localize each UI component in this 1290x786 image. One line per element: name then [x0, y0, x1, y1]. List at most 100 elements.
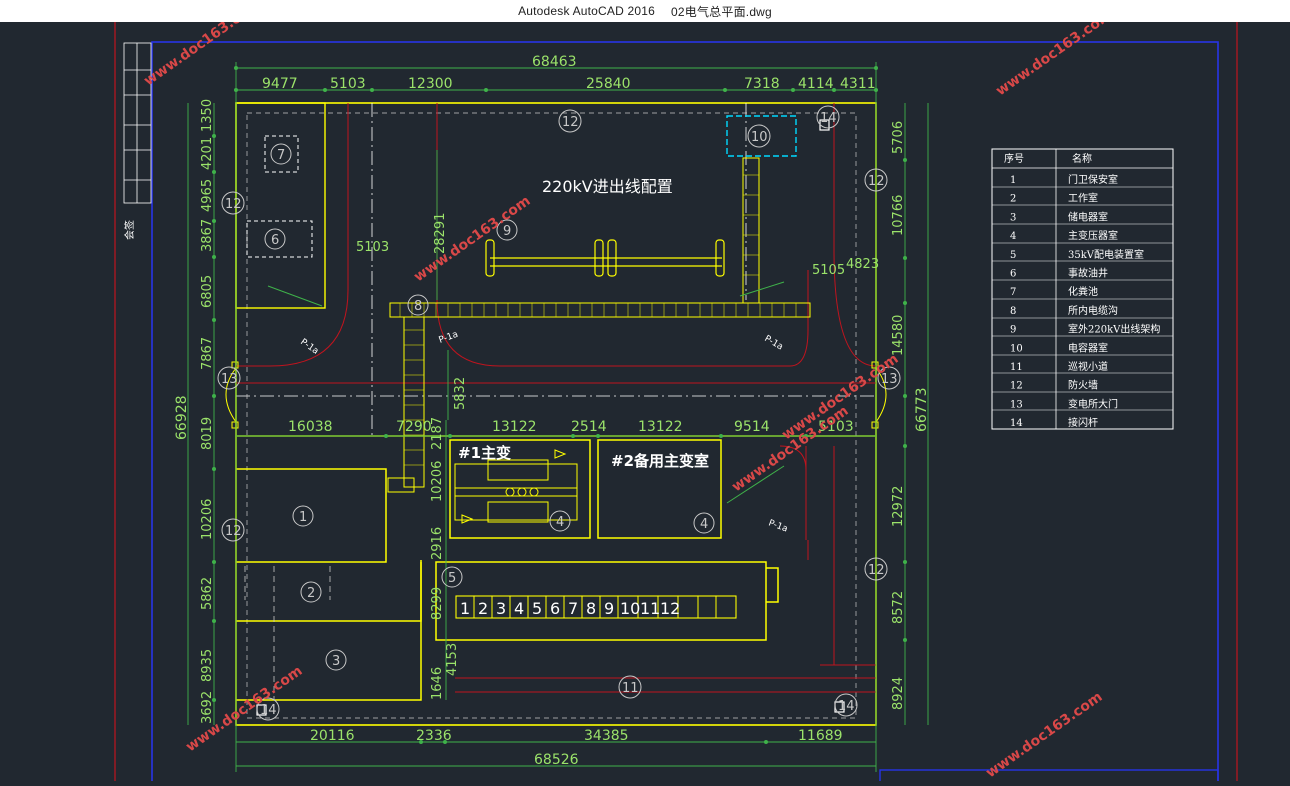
svg-text:12: 12 [225, 197, 242, 212]
dim-left-5: 6805 [200, 275, 215, 308]
dim-left-7: 8019 [200, 417, 215, 450]
svg-text:7: 7 [277, 148, 285, 163]
legend-row-no: 12 [1010, 381, 1023, 392]
section-mark-4: P-1a [767, 518, 789, 534]
legend-row-no: 8 [1010, 306, 1016, 317]
drawing-border [151, 41, 1219, 786]
section-mark-3: P-1a [763, 334, 785, 353]
legend-header-no: 序号 [1004, 152, 1024, 165]
bay-10: 10 [620, 599, 640, 618]
dim-top-5: 7318 [744, 76, 780, 92]
legend-row-name: 防火墙 [1068, 379, 1098, 392]
dim-right-overall: 66773 [914, 387, 930, 432]
svg-text:2: 2 [307, 586, 315, 601]
dim-right-4: 14580 [891, 315, 906, 356]
legend-row-no: 4 [1010, 231, 1016, 242]
dim-mid-6: 13122 [638, 419, 683, 435]
svg-text:4: 4 [700, 517, 708, 532]
dim-left-6: 7867 [200, 337, 215, 370]
dim-inner-6: 2916 [430, 527, 445, 560]
dim-top-7: 4311 [840, 76, 876, 92]
legend-row-no: 1 [1010, 175, 1016, 186]
section-mark-2: P-1a [438, 330, 460, 346]
dim-left-4: 3867 [200, 219, 215, 252]
app-title: Autodesk AutoCAD 2016 [518, 4, 656, 18]
switchgear-bays: 1 2 3 4 5 6 7 8 9 10 11 12 [455, 595, 737, 619]
dim-left-2: 4201 [200, 137, 215, 170]
legend-row-name: 化粪池 [1068, 285, 1098, 298]
dim-mid-1: 16038 [288, 419, 333, 435]
watermark-3: www.doc163.com [411, 193, 533, 285]
bay-11: 11 [640, 599, 660, 618]
dim-mid-5: 2514 [571, 419, 607, 435]
file-name: 02电气总平面.dwg [671, 4, 772, 19]
legend-table: 序号 名称 1 门卫保安室 2 工作室 3 储电器室 4 主变压器室 5 35kV配电装置室 6 事故… [991, 148, 1174, 430]
title-block-frame [879, 769, 1219, 786]
legend-row-no: 9 [1010, 325, 1016, 336]
legend-row-name: 储电器室 [1068, 210, 1108, 223]
svg-text:14: 14 [820, 111, 837, 126]
svg-text:12: 12 [868, 174, 885, 189]
dim-left-overall: 66928 [174, 395, 190, 440]
bay-7: 7 [568, 599, 578, 618]
dim-inner-4: 5105 [812, 263, 845, 278]
dim-inner-9: 1646 [430, 667, 445, 700]
legend-row-name: 电容器室 [1068, 341, 1108, 354]
section-mark-1: P-1a [298, 337, 320, 357]
bay-5: 5 [532, 599, 542, 618]
watermark-2: www.doc163.com [993, 22, 1115, 99]
accident-oil-well [246, 220, 313, 258]
legend-row-no: 3 [1010, 212, 1016, 223]
svg-text:13: 13 [221, 372, 238, 387]
dim-left-10: 8935 [200, 649, 215, 682]
bay-6: 6 [550, 599, 560, 618]
dim-bottom-4: 11689 [798, 728, 843, 744]
watermark-1: www.doc163.com [141, 22, 263, 89]
lightning-rods [256, 119, 845, 716]
dim-top-overall: 68463 [532, 54, 577, 70]
svg-text:8: 8 [414, 299, 422, 314]
watermark-7: www.doc163.com [983, 689, 1105, 781]
right-dim-labels: 5706 10766 14580 12972 8572 8924 66773 4… [846, 121, 930, 710]
outdoor-220kv-gantry [485, 239, 725, 277]
room-1-title: #1主变 [458, 444, 511, 462]
dim-top-1: 9477 [262, 76, 298, 92]
dim-top-2: 5103 [330, 76, 366, 92]
dim-inner-1: 5103 [356, 240, 389, 255]
room-2-title: #2备用主变室 [611, 452, 709, 470]
dim-bottom-2: 2336 [416, 728, 452, 744]
leader-9 [739, 281, 785, 297]
dim-inner-5: 10206 [430, 461, 445, 502]
oil-pit-block [235, 102, 326, 309]
dim-top-3: 12300 [408, 76, 453, 92]
legend-row-name: 室外220kV出线架构 [1068, 323, 1160, 336]
dim-mid-3: 2187 [430, 417, 445, 450]
legend-row-no: 6 [1010, 269, 1016, 280]
dim-bottom-overall: 68526 [534, 752, 579, 768]
legend-row-name: 接闪杆 [1068, 416, 1098, 429]
legend-row-no: 11 [1010, 362, 1023, 373]
svg-text:1: 1 [299, 510, 307, 525]
dim-right-1: 5706 [891, 121, 906, 154]
legend-row-no: 10 [1010, 343, 1023, 354]
bay-9: 9 [604, 599, 614, 618]
svg-text:12: 12 [225, 524, 242, 539]
dim-left-11: 3692 [200, 691, 215, 724]
countersign-strip [123, 42, 152, 204]
main-title: 220kV进出线配置 [542, 177, 673, 196]
dim-inner-7: 8299 [430, 587, 445, 620]
svg-text:14: 14 [838, 699, 855, 714]
drawing-canvas[interactable]: 会签 1 2 3 4 5 6 7 8 9 10 11 12 P-1a P-1a … [0, 0, 1290, 786]
dim-mid-2: 7290 [396, 419, 432, 435]
legend-row-no: 2 [1010, 194, 1016, 205]
legend-row-no: 13 [1010, 399, 1023, 410]
cad-drawing[interactable]: 会签 1 2 3 4 5 6 7 8 9 10 11 12 P-1a P-1a … [0, 0, 1290, 786]
legend-row-name: 工作室 [1068, 192, 1098, 205]
dim-mid-4: 13122 [492, 419, 537, 435]
dim-bottom-3: 34385 [584, 728, 629, 744]
legend-row-no: 7 [1010, 287, 1016, 298]
left-dim-labels: 1350 4201 4965 3867 6805 7867 8019 10206… [174, 99, 215, 724]
dim-left-3: 4965 [200, 179, 215, 212]
legend-row-name: 35kV配电装置室 [1068, 248, 1144, 261]
legend-row-name: 巡视小道 [1068, 360, 1108, 373]
